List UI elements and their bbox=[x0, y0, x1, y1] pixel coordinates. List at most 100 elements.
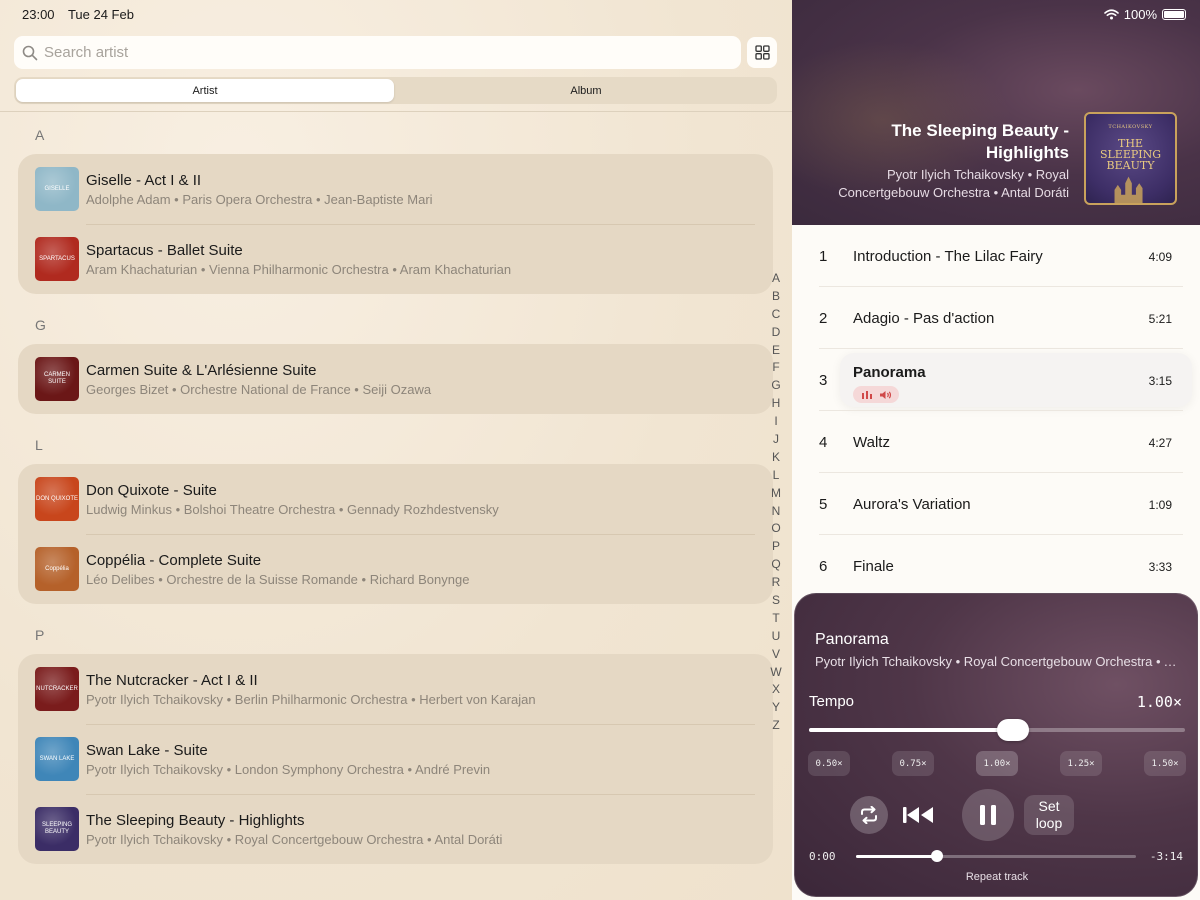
elapsed-time: 0:00 bbox=[809, 850, 836, 863]
album-row-title: Spartacus - Ballet Suite bbox=[86, 242, 243, 259]
now-playing-title: Panorama bbox=[815, 631, 889, 648]
index-letter-h[interactable]: H bbox=[768, 395, 784, 413]
tempo-preset-button[interactable]: 1.00× bbox=[976, 751, 1018, 776]
pause-icon bbox=[980, 805, 996, 825]
progress-fill bbox=[856, 855, 938, 858]
track-number: 6 bbox=[819, 558, 828, 575]
index-letter-u[interactable]: U bbox=[768, 628, 784, 646]
track-row[interactable]: 2 Adagio - Pas d'action 5:21 bbox=[792, 287, 1200, 349]
tempo-preset-button[interactable]: 0.75× bbox=[892, 751, 934, 776]
index-letter-j[interactable]: J bbox=[768, 431, 784, 449]
index-letter-i[interactable]: I bbox=[768, 413, 784, 431]
index-letter-z[interactable]: Z bbox=[768, 717, 784, 735]
album-thumbnail-label: Coppélia bbox=[45, 565, 69, 572]
index-letter-f[interactable]: F bbox=[768, 359, 784, 377]
tempo-preset-button[interactable]: 1.25× bbox=[1060, 751, 1102, 776]
album-row-subtitle: Pyotr Ilyich Tchaikovsky • London Sympho… bbox=[86, 762, 491, 777]
track-row[interactable]: 6 Finale 3:33 bbox=[792, 535, 1200, 597]
album-row-subtitle: Ludwig Minkus • Bolshoi Theatre Orchestr… bbox=[86, 502, 499, 517]
album-row-title: Don Quixote - Suite bbox=[86, 482, 217, 499]
search-bar[interactable] bbox=[14, 36, 741, 69]
track-row[interactable]: 5 Aurora's Variation 1:09 bbox=[792, 473, 1200, 535]
index-letter-r[interactable]: R bbox=[768, 574, 784, 592]
status-bar-left: 23:00 Tue 24 Feb bbox=[22, 7, 134, 22]
index-letter-p[interactable]: P bbox=[768, 538, 784, 556]
tempo-preset-button[interactable]: 1.50× bbox=[1144, 751, 1186, 776]
index-letter-b[interactable]: B bbox=[768, 288, 784, 306]
artwork-title-3: BEAUTY bbox=[1106, 159, 1155, 172]
track-row[interactable]: 1 Introduction - The Lilac Fairy 4:09 bbox=[792, 225, 1200, 287]
segment-album[interactable]: Album bbox=[397, 79, 775, 102]
album-row-subtitle: Pyotr Ilyich Tchaikovsky • Berlin Philha… bbox=[86, 692, 536, 707]
search-icon bbox=[22, 45, 38, 60]
album-row-title: Coppélia - Complete Suite bbox=[86, 552, 262, 569]
index-letter-m[interactable]: M bbox=[768, 485, 784, 503]
tempo-label: Tempo bbox=[809, 693, 855, 710]
track-row[interactable]: 4 Waltz 4:27 bbox=[792, 411, 1200, 473]
index-letter-w[interactable]: W bbox=[768, 664, 784, 682]
section-group: NUTCRACKER The Nutcracker - Act I & II Pyo… bbox=[18, 654, 773, 864]
track-duration: 1:09 bbox=[1148, 498, 1172, 512]
album-row[interactable]: SLEEPING BEAUTY The Sleeping Beauty - Hig… bbox=[18, 794, 773, 864]
section-group: CARMEN SUITE Carmen Suite & L'Arlésienne … bbox=[18, 344, 773, 414]
section-header-a: A bbox=[35, 127, 45, 143]
set-loop-button[interactable]: Set loop bbox=[1024, 795, 1074, 835]
section-header-p: P bbox=[35, 627, 45, 643]
track-duration: 3:15 bbox=[1148, 374, 1172, 388]
index-letter-o[interactable]: O bbox=[768, 520, 784, 538]
index-letter-g[interactable]: G bbox=[768, 377, 784, 395]
track-duration: 4:09 bbox=[1148, 250, 1172, 264]
progress-scrubber[interactable] bbox=[856, 850, 1136, 862]
album-row[interactable]: CARMEN SUITE Carmen Suite & L'Arlésienne … bbox=[18, 344, 773, 414]
equalizer-icon bbox=[861, 390, 872, 399]
index-letter-x[interactable]: X bbox=[768, 681, 784, 699]
album-row[interactable]: SPARTACUS Spartacus - Ballet Suite Aram Kh… bbox=[18, 224, 773, 294]
tempo-preset-button[interactable]: 0.50× bbox=[808, 751, 850, 776]
album-row[interactable]: NUTCRACKER The Nutcracker - Act I & II Pyo… bbox=[18, 654, 773, 724]
track-number: 1 bbox=[819, 248, 828, 265]
index-letter-q[interactable]: Q bbox=[768, 556, 784, 574]
album-row[interactable]: GISELLE Giselle - Act I & II Adolphe Adam … bbox=[18, 154, 773, 224]
artwork-composer: TCHAIKOVSKY bbox=[1108, 124, 1153, 130]
progress-knob[interactable] bbox=[931, 850, 944, 862]
index-letter-n[interactable]: N bbox=[768, 503, 784, 521]
album-thumbnail: SPARTACUS bbox=[35, 237, 79, 281]
album-thumbnail: NUTCRACKER bbox=[35, 667, 79, 711]
index-letter-k[interactable]: K bbox=[768, 449, 784, 467]
album-title: The Sleeping Beauty - Highlights bbox=[891, 121, 1069, 162]
index-letter-d[interactable]: D bbox=[768, 324, 784, 342]
index-letter-c[interactable]: C bbox=[768, 306, 784, 324]
tempo-slider[interactable] bbox=[809, 719, 1185, 741]
album-thumbnail: GISELLE bbox=[35, 167, 79, 211]
section-header-g: G bbox=[35, 317, 46, 333]
track-number: 2 bbox=[819, 310, 828, 327]
album-thumbnail-label: DON QUIXOTE bbox=[35, 495, 78, 502]
album-row-title: Swan Lake - Suite bbox=[86, 742, 208, 759]
index-letter-l[interactable]: L bbox=[768, 467, 784, 485]
album-row-title: Carmen Suite & L'Arlésienne Suite bbox=[86, 362, 317, 379]
alphabet-index[interactable]: ABCDEFGHIJKLMNOPQRSTUVWXYZ bbox=[768, 270, 784, 735]
pause-button[interactable] bbox=[962, 789, 1014, 841]
grid-view-button[interactable] bbox=[747, 37, 777, 68]
index-letter-a[interactable]: A bbox=[768, 270, 784, 288]
search-input[interactable] bbox=[44, 44, 704, 61]
segment-artist[interactable]: Artist bbox=[16, 79, 394, 102]
previous-track-button[interactable] bbox=[900, 796, 938, 834]
index-letter-e[interactable]: E bbox=[768, 342, 784, 360]
album-row[interactable]: SWAN LAKE Swan Lake - Suite Pyotr Ilyich T… bbox=[18, 724, 773, 794]
track-row-playing[interactable]: 3 Panorama 3:15 bbox=[792, 349, 1200, 411]
library-pane: 23:00 Tue 24 Feb Artist Album A GISELLE Gi… bbox=[0, 0, 792, 900]
repeat-button[interactable] bbox=[850, 796, 888, 834]
album-row[interactable]: DON QUIXOTE Don Quixote - Suite Ludwig Min… bbox=[18, 464, 773, 534]
album-row[interactable]: Coppélia Coppélia - Complete Suite Léo Del… bbox=[18, 534, 773, 604]
index-letter-t[interactable]: T bbox=[768, 610, 784, 628]
index-letter-y[interactable]: Y bbox=[768, 699, 784, 717]
index-letter-v[interactable]: V bbox=[768, 646, 784, 664]
album-thumbnail-label: SPARTACUS bbox=[39, 255, 75, 262]
album-row-title: Giselle - Act I & II bbox=[86, 172, 202, 189]
index-letter-s[interactable]: S bbox=[768, 592, 784, 610]
set-loop-label-2: loop bbox=[1035, 815, 1063, 831]
album-row-subtitle: Pyotr Ilyich Tchaikovsky • Royal Concert… bbox=[86, 832, 503, 847]
tempo-value: 1.00× bbox=[1136, 693, 1182, 711]
tempo-slider-thumb[interactable] bbox=[997, 719, 1029, 741]
